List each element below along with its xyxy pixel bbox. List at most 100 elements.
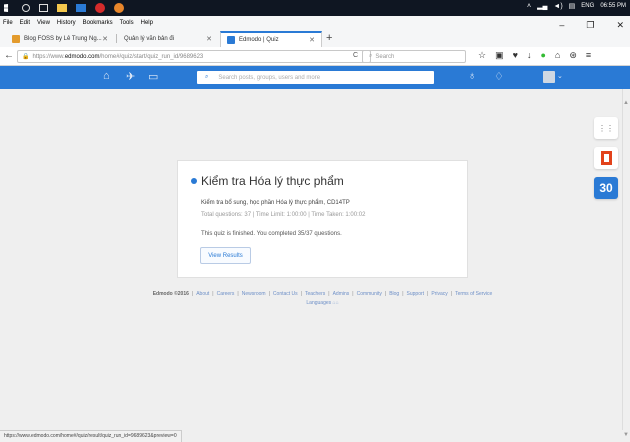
status-bar: https://www.edmodo.com/home#/quiz/result…: [0, 430, 182, 442]
footer-link-teachers[interactable]: Teachers: [305, 291, 325, 297]
file-explorer-icon[interactable]: [57, 4, 67, 12]
scroll-down-icon[interactable]: ▼: [623, 432, 629, 438]
blog-favicon-icon: [12, 35, 20, 43]
office-button[interactable]: [594, 147, 618, 169]
footer-link-community[interactable]: Community: [357, 291, 382, 297]
home-icon[interactable]: ⌂: [103, 70, 110, 82]
tab-title: Quản lý văn bản đi: [124, 36, 175, 42]
footer-link-terms[interactable]: Terms of Service: [455, 291, 492, 297]
quiz-finished-message: This quiz is finished. You completed 35/…: [201, 231, 342, 237]
url-path: /home#/quiz/start/quiz_run_id/9689623: [99, 53, 204, 60]
tab-strip: Blog FOSS by Lê Trung Ng... ✕ Quản lý vă…: [0, 29, 630, 47]
close-tab-icon[interactable]: ✕: [206, 35, 212, 43]
chevron-up-icon[interactable]: ˄: [527, 3, 531, 10]
reload-icon[interactable]: C: [353, 52, 358, 59]
search-icon[interactable]: [22, 4, 30, 12]
menu-icon[interactable]: ≡: [586, 50, 591, 61]
menu-edit[interactable]: Edit: [20, 20, 30, 26]
menu-bookmarks[interactable]: Bookmarks: [83, 20, 113, 26]
page-title: Kiểm tra Hóa lý thực phẩm: [191, 174, 344, 188]
library-icon[interactable]: ▭: [148, 70, 158, 83]
chevron-down-icon[interactable]: ⌄: [557, 72, 563, 80]
calendar-button[interactable]: 30: [594, 177, 618, 199]
close-tab-icon[interactable]: ✕: [309, 36, 315, 44]
notification-icon[interactable]: ▤: [569, 2, 576, 10]
search-placeholder: Search: [375, 53, 395, 60]
search-icon: ⌕: [205, 74, 209, 80]
pocket-icon[interactable]: ♥: [513, 50, 518, 61]
quiz-icon: [191, 178, 197, 184]
tab-title: Edmodo | Quiz: [239, 37, 279, 43]
clock[interactable]: 06:55 PM: [600, 3, 626, 9]
reading-list-icon[interactable]: ▣: [495, 50, 504, 61]
download-icon[interactable]: ↓: [527, 50, 532, 61]
tab-edmodo-quiz[interactable]: Edmodo | Quiz ✕: [220, 31, 322, 47]
url-bar[interactable]: 🔒 https://www.edmodo.com/home#/quiz/star…: [17, 50, 371, 63]
close-tab-icon[interactable]: ✕: [102, 35, 108, 43]
home-icon[interactable]: ⌂: [555, 50, 560, 61]
app-icon[interactable]: [95, 3, 105, 13]
footer: Edmodo ©2016 | About | Careers | Newsroom |…: [152, 291, 493, 306]
avatar[interactable]: [543, 71, 555, 83]
language-selector[interactable]: Languages: [306, 300, 331, 306]
office-icon: [600, 151, 612, 165]
quiz-stats: Total questions: 37 | Time Limit: 1:00:0…: [201, 212, 366, 218]
menu-view[interactable]: View: [37, 20, 50, 26]
footer-link-support[interactable]: Support: [407, 291, 425, 297]
new-tab-icon[interactable]: +: [326, 32, 332, 44]
quiz-card: Kiểm tra Hóa lý thực phẩm Kiểm tra bổ su…: [177, 160, 468, 278]
quiz-title: Kiểm tra Hóa lý thực phẩm: [201, 174, 344, 188]
edmodo-header: ⌂ ✈ ▭ ⌕ Search posts, groups, users and …: [0, 66, 630, 89]
tab-blog-foss[interactable]: Blog FOSS by Lê Trung Ng... ✕: [6, 31, 114, 47]
lock-icon: 🔒: [22, 54, 30, 60]
scrollbar[interactable]: [622, 89, 630, 430]
footer-link-blog[interactable]: Blog: [389, 291, 399, 297]
notifications-bell-icon[interactable]: ♢: [494, 70, 504, 83]
scroll-up-icon[interactable]: ▲: [623, 100, 629, 106]
spotlight-icon[interactable]: ♁: [468, 70, 476, 82]
calendar-day: 30: [599, 181, 613, 195]
tab-separator: [116, 34, 117, 43]
view-results-button[interactable]: View Results: [200, 247, 251, 264]
browser-search-input[interactable]: ⌕ Search: [362, 50, 466, 63]
progress-icon[interactable]: ✈: [126, 70, 135, 83]
firefox-icon[interactable]: [114, 3, 124, 13]
url-host: edmodo.com: [64, 53, 100, 60]
footer-link-contact[interactable]: Contact Us: [273, 291, 298, 297]
windows-taskbar: ˄ ▂▄ ◄) ▤ ENG 06:55 PM: [0, 0, 630, 16]
footer-copyright: Edmodo ©2016: [152, 291, 189, 297]
menu-file[interactable]: File: [3, 20, 13, 26]
apps-grid-button[interactable]: ⋮⋮: [594, 117, 618, 139]
task-view-icon[interactable]: [39, 4, 48, 12]
volume-icon[interactable]: ◄): [553, 3, 562, 10]
network-icon[interactable]: ▂▄: [537, 2, 547, 10]
tab-title: Blog FOSS by Lê Trung Ng...: [24, 36, 102, 42]
search-icon: ⌕: [369, 53, 373, 59]
bookmark-star-icon[interactable]: ☆: [478, 50, 486, 61]
footer-link-newsroom[interactable]: Newsroom: [242, 291, 266, 297]
url-prefix: https://www.: [32, 53, 65, 60]
menu-history[interactable]: History: [57, 20, 76, 26]
menu-tools[interactable]: Tools: [120, 20, 134, 26]
menu-help[interactable]: Help: [141, 20, 153, 26]
tab-quan-ly[interactable]: Quản lý văn bản đi ✕: [118, 31, 218, 47]
grid-icon: ⋮⋮: [598, 123, 614, 133]
edmodo-search-input[interactable]: ⌕ Search posts, groups, users and more: [197, 71, 434, 84]
windows-start-icon[interactable]: [4, 3, 9, 13]
footer-link-careers[interactable]: Careers: [217, 291, 235, 297]
search-placeholder: Search posts, groups, users and more: [218, 74, 321, 81]
extension-icon[interactable]: ●: [540, 50, 545, 61]
language-indicator[interactable]: ENG: [581, 3, 594, 9]
edmodo-favicon-icon: [227, 36, 235, 44]
store-icon[interactable]: [76, 4, 86, 12]
back-arrow-icon[interactable]: ←: [4, 50, 14, 61]
navigation-bar: ← 🔒 https://www.edmodo.com/home#/quiz/st…: [0, 47, 630, 66]
footer-link-admins[interactable]: Admins: [333, 291, 350, 297]
sync-icon[interactable]: ⊛: [569, 50, 577, 61]
footer-link-about[interactable]: About: [196, 291, 209, 297]
quiz-description: Kiểm tra bổ sung, học phần Hóa lý thực p…: [201, 200, 350, 206]
footer-link-privacy[interactable]: Privacy: [431, 291, 447, 297]
right-toolbar: ⋮⋮ 30: [594, 117, 618, 199]
menu-bar: File Edit View History Bookmarks Tools H…: [0, 16, 630, 29]
globe-icon[interactable]: ⌂⌂: [333, 300, 339, 306]
